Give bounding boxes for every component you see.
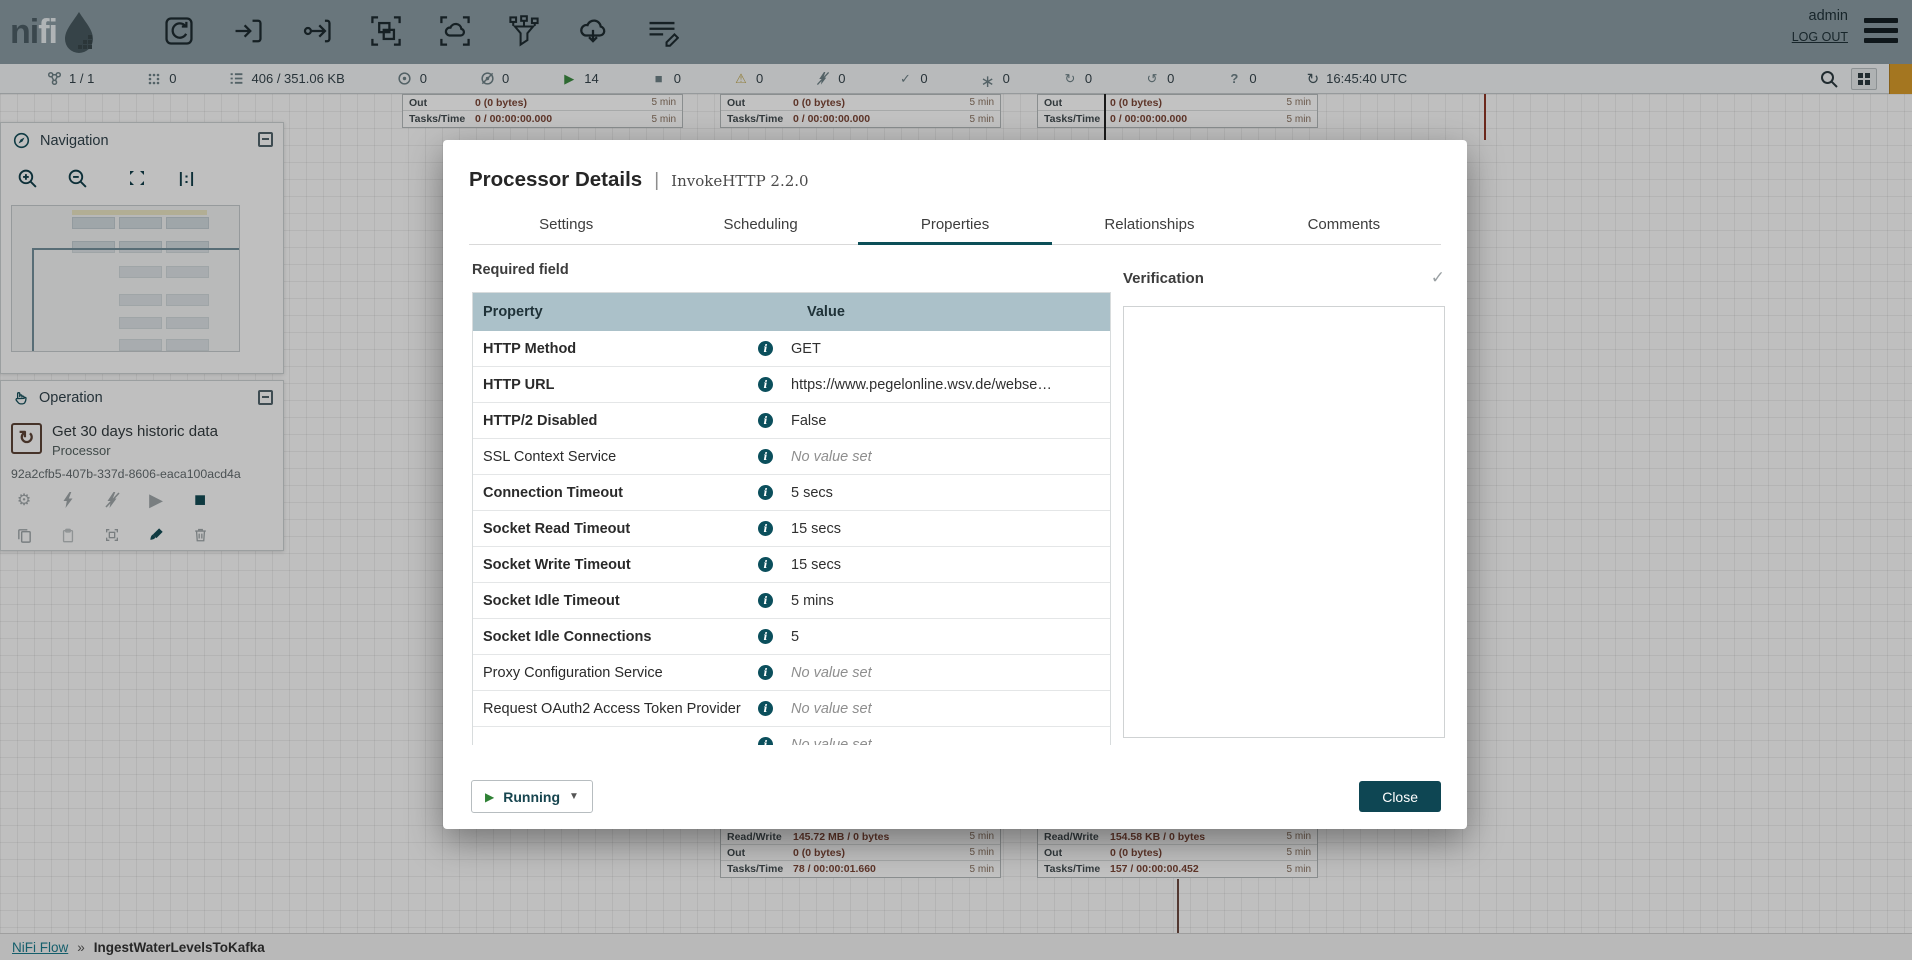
property-value: No value set bbox=[773, 665, 872, 681]
run-state-button[interactable]: ▶ Running ▼ bbox=[471, 780, 593, 813]
verify-check-icon[interactable]: ✓ bbox=[1431, 268, 1445, 288]
tab-comments[interactable]: Comments bbox=[1247, 208, 1441, 244]
verification-results-box bbox=[1123, 306, 1445, 738]
property-value: 5 bbox=[773, 629, 799, 645]
properties-table: Property Value HTTP MethodiGETHTTP URLih… bbox=[472, 292, 1111, 745]
property-value: 5 secs bbox=[773, 485, 833, 501]
dialog-subtitle: InvokeHTTP 2.2.0 bbox=[671, 172, 808, 190]
info-icon[interactable]: i bbox=[758, 521, 773, 536]
property-name: HTTP/2 Disabled bbox=[483, 413, 597, 429]
property-row: HTTP/2 Disabled iFalse bbox=[473, 403, 1110, 439]
dialog-tabs: SettingsSchedulingPropertiesRelationship… bbox=[469, 208, 1441, 245]
property-name: Request OAuth2 Access Token Provider bbox=[483, 701, 741, 717]
property-row: Proxy Configuration Service iNo value set bbox=[473, 655, 1110, 691]
property-value: GET bbox=[773, 341, 821, 357]
verification-header: Verification ✓ bbox=[1123, 268, 1445, 288]
property-name-cell: Proxy Configuration Service i bbox=[473, 665, 773, 681]
property-name: HTTP Method bbox=[483, 341, 576, 357]
property-value: 5 mins bbox=[773, 593, 834, 609]
property-name: Proxy Configuration Service bbox=[483, 665, 663, 681]
property-row: Request OAuth2 Access Token Provider iNo … bbox=[473, 691, 1110, 727]
tab-properties[interactable]: Properties bbox=[858, 208, 1052, 244]
property-name: SSL Context Service bbox=[483, 449, 616, 465]
dialog-title-separator: | bbox=[654, 170, 659, 192]
verification-section: Verification ✓ bbox=[1123, 268, 1445, 738]
info-icon[interactable]: i bbox=[758, 557, 773, 572]
info-icon[interactable]: i bbox=[758, 701, 773, 716]
property-row: HTTP URL ihttps://www.pegelonline.wsv.de/… bbox=[473, 367, 1110, 403]
close-button[interactable]: Close bbox=[1359, 781, 1441, 812]
property-name-cell: HTTP URL i bbox=[473, 377, 773, 393]
property-row: Socket Write Timeout i15 secs bbox=[473, 547, 1110, 583]
properties-table-rows: HTTP MethodiGETHTTP URLihttps://www.pege… bbox=[473, 331, 1110, 745]
run-state-caret-icon: ▼ bbox=[569, 791, 579, 802]
info-icon[interactable]: i bbox=[758, 341, 773, 356]
property-name-cell: i bbox=[473, 737, 773, 745]
processor-details-dialog: Processor Details | InvokeHTTP 2.2.0 Set… bbox=[443, 140, 1467, 829]
property-name: Connection Timeout bbox=[483, 485, 623, 501]
property-name-cell: Socket Read Timeout i bbox=[473, 521, 773, 537]
property-row: iNo value set bbox=[473, 727, 1110, 745]
info-icon[interactable]: i bbox=[758, 665, 773, 680]
info-icon[interactable]: i bbox=[758, 629, 773, 644]
property-name: Socket Read Timeout bbox=[483, 521, 630, 537]
property-value: No value set bbox=[773, 737, 872, 746]
column-header-property: Property bbox=[473, 304, 773, 320]
properties-table-header: Property Value bbox=[473, 293, 1110, 331]
property-row: SSL Context Service iNo value set bbox=[473, 439, 1110, 475]
tab-relationships[interactable]: Relationships bbox=[1052, 208, 1246, 244]
property-value: No value set bbox=[773, 449, 872, 465]
property-value: https://www.pegelonline.wsv.de/webse… bbox=[773, 377, 1052, 393]
run-state-label: Running bbox=[503, 789, 560, 805]
property-name-cell: Socket Idle Timeout i bbox=[473, 593, 773, 609]
property-name: Socket Idle Connections bbox=[483, 629, 651, 645]
verification-title: Verification bbox=[1123, 270, 1204, 287]
info-icon[interactable]: i bbox=[758, 593, 773, 608]
info-icon[interactable]: i bbox=[758, 449, 773, 464]
property-value: 15 secs bbox=[773, 557, 841, 573]
property-name: HTTP URL bbox=[483, 377, 554, 393]
property-row: HTTP Method iGET bbox=[473, 331, 1110, 367]
info-icon[interactable]: i bbox=[758, 377, 773, 392]
property-value: No value set bbox=[773, 701, 872, 717]
property-name-cell: Request OAuth2 Access Token Provider i bbox=[473, 701, 773, 717]
property-name-cell: HTTP/2 Disabled i bbox=[473, 413, 773, 429]
info-icon[interactable]: i bbox=[758, 413, 773, 428]
property-name: Socket Idle Timeout bbox=[483, 593, 620, 609]
tab-scheduling[interactable]: Scheduling bbox=[663, 208, 857, 244]
property-row: Socket Read Timeout i15 secs bbox=[473, 511, 1110, 547]
property-value: 15 secs bbox=[773, 521, 841, 537]
info-icon[interactable]: i bbox=[758, 485, 773, 500]
property-value: False bbox=[773, 413, 826, 429]
column-header-value: Value bbox=[773, 304, 845, 320]
running-play-icon: ▶ bbox=[485, 790, 494, 804]
property-name-cell: Socket Idle Connections i bbox=[473, 629, 773, 645]
property-row: Socket Idle Connections i5 bbox=[473, 619, 1110, 655]
dialog-title-row: Processor Details | InvokeHTTP 2.2.0 bbox=[469, 168, 809, 192]
required-field-label: Required field bbox=[472, 262, 569, 278]
property-name-cell: Connection Timeout i bbox=[473, 485, 773, 501]
property-name-cell: HTTP Method i bbox=[473, 341, 773, 357]
info-icon[interactable]: i bbox=[758, 737, 773, 745]
property-row: Connection Timeout i5 secs bbox=[473, 475, 1110, 511]
property-name: Socket Write Timeout bbox=[483, 557, 631, 573]
dialog-title: Processor Details bbox=[469, 168, 642, 192]
tab-settings[interactable]: Settings bbox=[469, 208, 663, 244]
property-row: Socket Idle Timeout i5 mins bbox=[473, 583, 1110, 619]
property-name-cell: SSL Context Service i bbox=[473, 449, 773, 465]
property-name-cell: Socket Write Timeout i bbox=[473, 557, 773, 573]
